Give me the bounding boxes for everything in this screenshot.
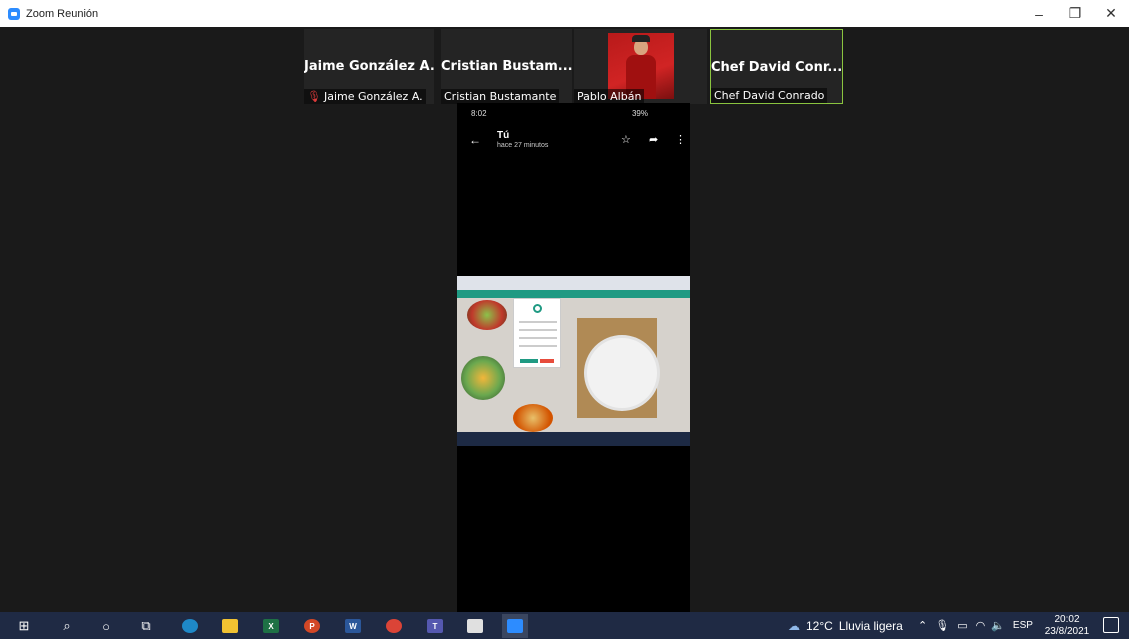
participant-name: Jaime González A. [304, 59, 434, 74]
windows-taskbar: ⊞ ⌕ ○ ⧉ X P W T ☁ 12°C Lluvia ligera ⌃ 🎙… [0, 612, 1129, 639]
teams-icon[interactable]: T [425, 616, 445, 636]
more-icon: ⋮ [675, 134, 686, 146]
window-controls: – ❐ ✕ [1021, 0, 1129, 27]
site-nav [457, 290, 690, 298]
participant-label: Cristian Bustamante [441, 89, 560, 104]
windows-start-icon[interactable]: ⊞ [14, 616, 34, 636]
phone-status-bar: 8:02 39% [457, 109, 690, 123]
close-button[interactable]: ✕ [1093, 0, 1129, 27]
powerpoint-icon[interactable]: P [302, 616, 322, 636]
photos-icon[interactable] [465, 616, 485, 636]
participant-name: Chef David Conr... [711, 60, 842, 75]
input-language[interactable]: ESP [1013, 620, 1033, 631]
participant-tile[interactable]: Pablo Albán [574, 29, 707, 104]
task-view-icon[interactable]: ⧉ [136, 616, 156, 636]
cloud-rain-icon: ☁ [788, 618, 800, 633]
phone-time: 8:02 [471, 109, 487, 118]
window-titlebar: Zoom Reunión – ❐ ✕ [0, 0, 1129, 27]
minimize-button[interactable]: – [1021, 0, 1057, 27]
message-header: ← Tú hace 27 minutos ☆ ➦ ⋮ [457, 125, 690, 155]
zoom-taskbar-icon[interactable] [502, 614, 528, 638]
window-title: Zoom Reunión [26, 7, 99, 20]
zoom-app-icon [8, 7, 20, 20]
forward-icon: ➦ [649, 134, 659, 146]
cortana-icon[interactable]: ○ [96, 616, 116, 636]
back-arrow-icon: ← [469, 133, 481, 147]
weather-temperature: 12°C [806, 618, 833, 633]
login-dialog [513, 298, 561, 368]
notifications-icon[interactable] [1103, 617, 1119, 633]
shared-screen: 8:02 39% ← Tú hace 27 minutos ☆ ➦ ⋮ [457, 103, 690, 612]
participant-label: 🎙 Jaime González A. [304, 89, 426, 104]
search-icon[interactable]: ⌕ [57, 616, 77, 636]
captured-taskbar [457, 432, 690, 446]
chevron-up-icon[interactable]: ⌃ [918, 619, 927, 632]
phone-battery: 39% [631, 109, 648, 118]
participant-name: Cristian Bustam... [441, 59, 572, 74]
restore-button[interactable]: ❐ [1057, 0, 1093, 27]
taskbar-clock[interactable]: 20:02 23/8/2021 [1043, 614, 1091, 638]
microphone-icon[interactable]: 🎙 [935, 619, 949, 632]
message-sender: Tú [497, 130, 510, 141]
battery-icon[interactable]: ▭ [957, 619, 967, 632]
excel-icon[interactable]: X [261, 616, 281, 636]
participant-tile[interactable]: Jaime González A. 🎙 Jaime González A. [304, 29, 434, 104]
wifi-icon[interactable]: ◠ [976, 619, 986, 632]
weather-condition: Lluvia ligera [838, 618, 903, 633]
volume-icon[interactable]: 🔈 [991, 619, 1005, 632]
mic-muted-icon: 🎙 [307, 90, 321, 103]
participant-tile-active-speaker[interactable]: Chef David Conr... Chef David Conrado [710, 29, 843, 104]
clock-date: 23/8/2021 [1044, 626, 1090, 637]
weather-widget[interactable]: ☁ 12°C Lluvia ligera [788, 612, 903, 639]
food-photo [457, 298, 690, 432]
clock-time: 20:02 [1054, 614, 1080, 625]
browser-bar [457, 276, 690, 290]
participant-tile[interactable]: Cristian Bustam... Cristian Bustamante [441, 29, 572, 104]
shared-image [457, 276, 690, 446]
star-icon: ☆ [621, 134, 631, 146]
system-tray: ⌃ 🎙 ▭ ◠ 🔈 ESP [918, 612, 1033, 639]
file-explorer-icon[interactable] [220, 616, 240, 636]
participant-label: Chef David Conrado [711, 88, 828, 103]
word-icon[interactable]: W [343, 616, 363, 636]
edge-icon[interactable] [180, 616, 200, 636]
chrome-icon[interactable] [384, 616, 404, 636]
participant-label: Pablo Albán [574, 89, 645, 104]
message-time: hace 27 minutos [497, 142, 549, 149]
